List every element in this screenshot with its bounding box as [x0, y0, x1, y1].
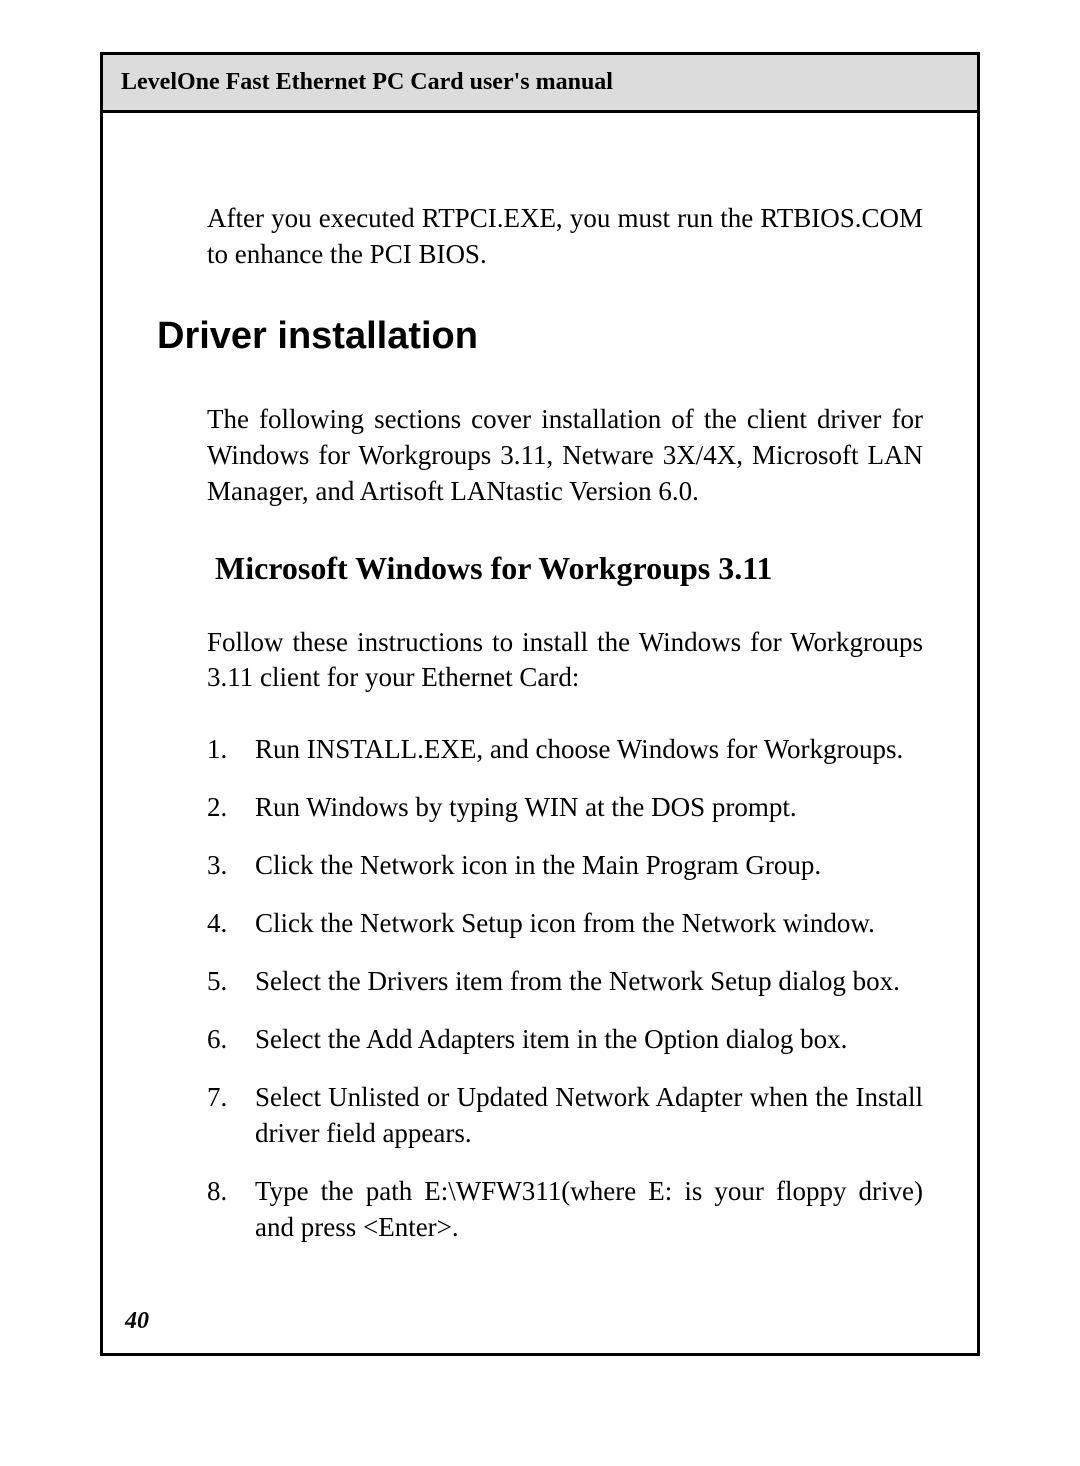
- subsection-paragraph: Follow these instructions to install the…: [207, 625, 923, 697]
- subsection-heading: Microsoft Windows for Workgroups 3.11: [215, 550, 923, 587]
- instruction-list: Run INSTALL.EXE, and choose Windows for …: [207, 732, 923, 1245]
- section-heading: Driver installation: [157, 315, 923, 358]
- header-bar: LevelOne Fast Ethernet PC Card user's ma…: [103, 55, 977, 113]
- instruction-item: Click the Network icon in the Main Progr…: [207, 848, 923, 884]
- instruction-item: Select the Add Adapters item in the Opti…: [207, 1022, 923, 1058]
- instruction-item: Select Unlisted or Updated Network Adapt…: [207, 1080, 923, 1152]
- instruction-item: Run INSTALL.EXE, and choose Windows for …: [207, 732, 923, 768]
- section-paragraph: The following sections cover installatio…: [207, 402, 923, 510]
- instruction-item: Type the path E:\WFW311(where E: is your…: [207, 1174, 923, 1246]
- instruction-item: Select the Drivers item from the Network…: [207, 964, 923, 1000]
- page-frame: LevelOne Fast Ethernet PC Card user's ma…: [100, 52, 980, 1356]
- instruction-item: Run Windows by typing WIN at the DOS pro…: [207, 790, 923, 826]
- header-title: LevelOne Fast Ethernet PC Card user's ma…: [121, 69, 959, 96]
- intro-paragraph: After you executed RTPCI.EXE, you must r…: [207, 201, 923, 273]
- page-number: 40: [125, 1308, 149, 1335]
- content-area: After you executed RTPCI.EXE, you must r…: [103, 113, 977, 1307]
- instruction-item: Click the Network Setup icon from the Ne…: [207, 906, 923, 942]
